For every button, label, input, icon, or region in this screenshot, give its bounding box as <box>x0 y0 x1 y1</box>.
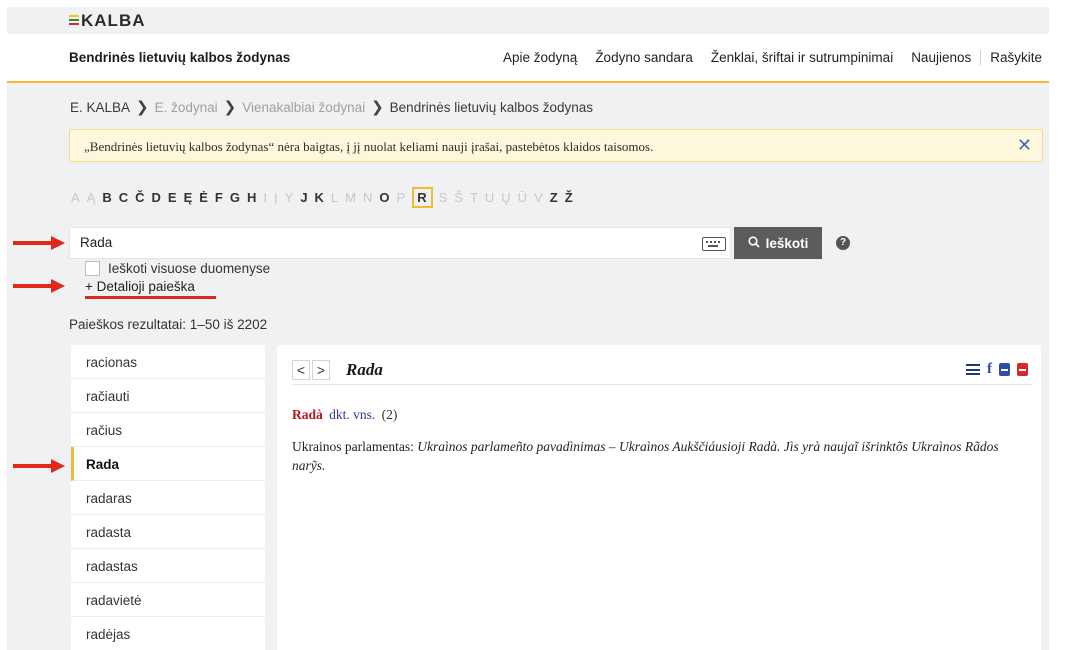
notice-text: „Bendrinės lietuvių kalbos žodynas“ nėra… <box>84 139 654 154</box>
alphabet-letter[interactable]: E <box>168 190 178 205</box>
headword-line: Radà dkt. vns. (2) <box>292 407 397 423</box>
annotation-arrow-icon <box>13 459 65 473</box>
notice-banner: „Bendrinės lietuvių kalbos žodynas“ nėra… <box>69 129 1043 162</box>
alphabet-letter: I <box>263 190 269 205</box>
chevron-right-icon: ❯ <box>136 99 149 116</box>
search-input[interactable] <box>80 235 680 250</box>
alphabet-letter: Į <box>274 190 279 205</box>
alphabet-letter: Ū <box>517 190 529 205</box>
nav-link-structure[interactable]: Žodyno sandara <box>595 50 693 65</box>
search-box <box>69 227 731 259</box>
alphabet-letter[interactable]: G <box>230 190 241 205</box>
ekalba-logo[interactable]: KALBA <box>69 11 146 31</box>
alphabet-letter[interactable]: B <box>102 190 112 205</box>
entry-title: Rada <box>346 359 383 379</box>
top-nav: Bendrinės lietuvių kalbos žodynas Apie ž… <box>7 34 1049 83</box>
alphabet-letter: P <box>396 190 407 205</box>
breadcrumb-item[interactable]: Vienakalbiai žodynai <box>242 100 365 115</box>
alphabet-letter: V <box>534 190 544 205</box>
keyboard-icon[interactable] <box>702 237 726 251</box>
search-button-label: Ieškoti <box>765 235 809 251</box>
alphabet-letter[interactable]: D <box>152 190 162 205</box>
alphabet-letter[interactable]: H <box>247 190 257 205</box>
alphabet-letter[interactable]: Ę <box>184 190 194 205</box>
grammar-label: dkt. vns. <box>329 407 376 422</box>
pdf-icon[interactable] <box>1017 363 1028 376</box>
search-icon <box>748 235 760 251</box>
word-list-item[interactable]: radaras <box>71 481 265 515</box>
dictionary-title[interactable]: Bendrinės lietuvių kalbos žodynas <box>69 50 290 65</box>
document-icon[interactable] <box>999 363 1010 376</box>
word-list: racionas račiauti račius Rada radaras radasta… <box>71 345 265 650</box>
alphabet-letter[interactable]: O <box>379 190 390 205</box>
page-frame: KALBA Bendrinės lietuvių kalbos žodynas … <box>7 7 1049 650</box>
nav-link-about[interactable]: Apie žodyną <box>503 50 577 65</box>
list-icon[interactable] <box>966 364 980 375</box>
alphabet-letter[interactable]: Z <box>550 190 559 205</box>
alphabet-letter: U <box>484 190 496 205</box>
logo-bar: KALBA <box>7 7 1049 34</box>
close-icon[interactable]: ✕ <box>1017 135 1032 156</box>
alphabet-letter: Š <box>454 190 464 205</box>
homonym-number: (2) <box>381 407 398 422</box>
word-list-item[interactable]: radasta <box>71 515 265 549</box>
alphabet-letter: T <box>469 190 479 205</box>
alphabet-letter[interactable]: Ė <box>199 190 209 205</box>
alphabet-letter: L <box>330 190 340 205</box>
logo-text: KALBA <box>81 11 146 30</box>
definition: Ukrainos parlamentas: Ukraìnos parlameñt… <box>292 437 1022 475</box>
breadcrumb-current: Bendrinės lietuvių kalbos žodynas <box>389 99 594 115</box>
results-count: Paieškos rezultatai: 1–50 iš 2202 <box>69 317 268 332</box>
nav-link-news[interactable]: Naujienos <box>911 50 971 65</box>
alphabet-letter: M <box>345 190 358 205</box>
annotation-arrow-icon <box>13 236 65 250</box>
logo-mark-icon <box>69 14 79 28</box>
alphabet-letter: Y <box>284 190 295 205</box>
chevron-right-icon[interactable]: > <box>312 359 330 380</box>
chevron-right-icon: ❯ <box>223 99 237 116</box>
alphabet-letter[interactable]: F <box>215 190 224 205</box>
breadcrumb: E. KALBA ❯ E. žodynai ❯ Vienakalbiai žod… <box>70 98 593 116</box>
search-all-checkbox[interactable] <box>85 261 100 276</box>
alphabet-letter: N <box>363 190 374 205</box>
breadcrumb-item[interactable]: E. KALBA <box>70 100 130 115</box>
chevron-left-icon[interactable]: < <box>292 359 310 380</box>
alphabet-letter[interactable]: J <box>300 190 308 205</box>
entry-panel: < > Rada f Radà dkt. vns. (2) Ukrainos p… <box>277 345 1041 650</box>
word-list-item[interactable]: račius <box>71 413 265 447</box>
search-all-option[interactable]: Ieškoti visuose duomenyse <box>85 261 270 276</box>
annotation-underline <box>85 296 216 299</box>
alphabet-letter-current[interactable]: R <box>412 187 433 208</box>
chevron-right-icon: ❯ <box>371 99 384 116</box>
search-button[interactable]: Ieškoti <box>734 227 822 259</box>
alphabet-letter[interactable]: Ž <box>565 190 574 205</box>
alphabet-letter: S <box>438 190 449 205</box>
breadcrumb-item[interactable]: E. žodynai <box>155 100 218 115</box>
word-list-item[interactable]: radėjas <box>71 617 265 650</box>
search-all-label: Ieškoti visuose duomenyse <box>108 261 271 276</box>
word-list-item[interactable]: radavietė <box>71 583 265 617</box>
alphabet-letter: A <box>71 190 81 205</box>
alphabet-letter[interactable]: K <box>315 190 325 205</box>
headword: Radà <box>292 407 323 422</box>
word-list-item[interactable]: racionas <box>71 345 265 379</box>
alphabet-letter: Ų <box>501 190 512 205</box>
advanced-search-link[interactable]: + Detalioji paieška <box>85 279 195 294</box>
alphabet-index: AĄBCČDEĘĖFGHIĮYJKLMNOPRSŠTUŲŪVZŽ <box>71 187 580 208</box>
nav-links: Apie žodyną Žodyno sandara Ženklai, šrif… <box>485 50 1042 65</box>
alphabet-letter[interactable]: Č <box>135 190 145 205</box>
entry-header: < > Rada f <box>292 355 1032 385</box>
annotation-arrow-icon <box>13 279 65 293</box>
definition-text: Ukrainos parlamentas: <box>292 439 418 454</box>
word-list-item[interactable]: račiauti <box>71 379 265 413</box>
facebook-icon[interactable]: f <box>987 362 992 377</box>
nav-link-write[interactable]: Rašykite <box>980 50 1042 65</box>
word-list-item[interactable]: radastas <box>71 549 265 583</box>
word-list-item-active[interactable]: Rada <box>71 447 265 481</box>
nav-link-signs[interactable]: Ženklai, šriftai ir sutrumpinimai <box>711 50 893 65</box>
alphabet-letter[interactable]: C <box>119 190 129 205</box>
help-icon[interactable]: ? <box>836 236 850 250</box>
entry-tools: f <box>959 362 1028 377</box>
alphabet-letter: Ą <box>86 190 97 205</box>
